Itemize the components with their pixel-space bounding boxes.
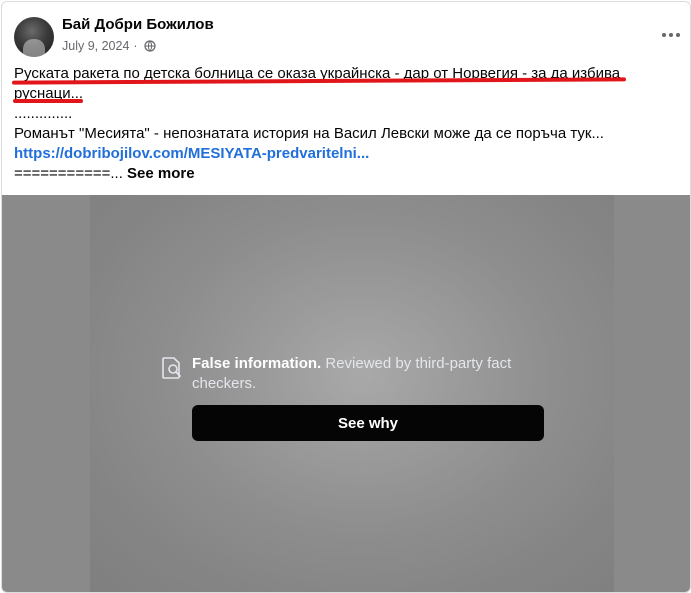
warning-text: False information. Reviewed by third-par… — [192, 354, 532, 394]
post-date[interactable]: July 9, 2024 — [62, 39, 129, 53]
post-meta: July 9, 2024 · — [62, 39, 156, 53]
post-line-6: ===========... — [14, 165, 128, 182]
fact-check-icon — [162, 357, 181, 379]
globe-icon[interactable] — [143, 40, 156, 52]
post-line-4: Романът "Месията" - непознатата история … — [14, 125, 604, 142]
more-options-icon[interactable] — [660, 24, 682, 46]
post-card: Бай Добри Божилов July 9, 2024 · Руската… — [1, 1, 691, 593]
meta-separator: · — [133, 39, 138, 53]
preorder-link[interactable]: https://dobribojilov.com/MESIYATA-predva… — [14, 145, 369, 162]
post-line-2: руснаци... — [14, 85, 84, 102]
warning-title: False information. — [192, 355, 322, 372]
author-name[interactable]: Бай Добри Божилов — [62, 16, 214, 33]
see-more-link[interactable]: See more — [127, 165, 195, 182]
see-why-button[interactable]: See why — [192, 405, 544, 441]
highlight-underline-2 — [13, 99, 83, 103]
avatar[interactable] — [14, 17, 54, 57]
post-line-3: .............. — [14, 105, 73, 122]
